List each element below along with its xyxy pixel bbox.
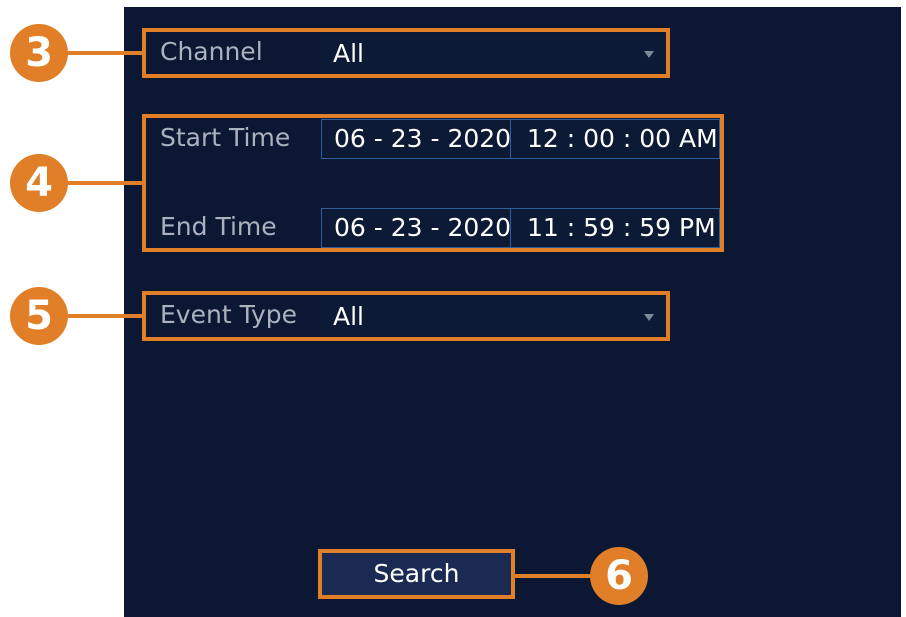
callout-3-connector xyxy=(60,51,142,55)
callout-5-connector xyxy=(60,314,142,318)
channel-highlight xyxy=(142,28,670,78)
callout-badge-3: 3 xyxy=(10,24,68,82)
callout-6-connector xyxy=(515,574,595,578)
event-type-highlight xyxy=(142,291,670,341)
callout-4-connector xyxy=(60,181,142,185)
callout-badge-6: 6 xyxy=(590,547,648,605)
search-button[interactable]: Search xyxy=(318,549,515,599)
screenshot-stage: Channel All Start Time 06 - 23 - 2020 12… xyxy=(0,0,906,617)
time-range-highlight xyxy=(142,114,724,252)
callout-badge-5: 5 xyxy=(10,287,68,345)
callout-badge-4: 4 xyxy=(10,154,68,212)
